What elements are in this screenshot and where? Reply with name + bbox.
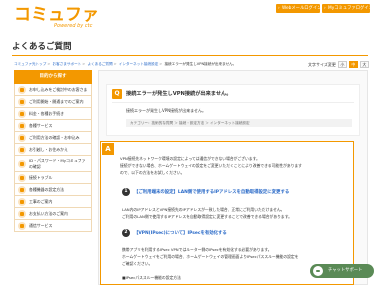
sidebar-item-device-settings[interactable]: 各種機器の設定方法	[14, 184, 92, 197]
sidebar-item-services[interactable]: 各種サービス	[14, 120, 92, 132]
question-title: 接続エラーが発生しVPN接続が出来ません。	[126, 91, 232, 97]
sidebar: 目的から探す お申し込みをご検討中のお客さま ご利用開始・開通までのご案内 料金…	[14, 70, 92, 233]
breadcrumb-item[interactable]: コミュファ光トップ	[14, 62, 46, 66]
document-icon	[18, 133, 26, 142]
step-2-heading: 2 【VPN(IPsec)について】IPsecを有効化する	[122, 229, 227, 237]
sidebar-item-communication[interactable]: 通信サービス	[14, 220, 92, 233]
answer-intro: ので、以下の方法をお試しください。	[120, 170, 185, 175]
title-underline	[12, 55, 368, 56]
question-badge: Q	[112, 89, 122, 99]
chat-support-button[interactable]: チャットサポート	[310, 264, 374, 278]
sidebar-item-consideration[interactable]: お申し込みをご検討中のお客さま	[14, 84, 92, 96]
phone-icon	[18, 221, 26, 230]
breadcrumb-item[interactable]: お客さまサポート	[53, 62, 82, 66]
step-2-text: ご確認ください。	[122, 261, 153, 266]
ipsec-settings-link[interactable]: ■IPsecパススルー機能の設定方法	[122, 275, 181, 281]
page-title: よくあるご質問	[12, 42, 72, 52]
step-1-text: ご利用のLAN側で使用するIPアドレスを自動取得設定に変更することで改善できる場…	[122, 214, 292, 219]
divider	[112, 102, 354, 103]
sidebar-item-usage[interactable]: ご利用方法の確認・お申込み	[14, 132, 92, 144]
step-1-heading: 1 【ご利用端末の設定】LAN側で使用するIPアドレスを自動取得設定に変更する	[122, 188, 289, 196]
breadcrumb-item[interactable]: よくあるご質問	[87, 62, 112, 66]
sidebar-item-payment[interactable]: お支払い方法のご案内	[14, 208, 92, 221]
answer-intro: VPN接続先ネットワーク環境の設定によっては通信ができない場合がございます。	[120, 156, 260, 161]
key-icon	[18, 159, 26, 168]
card-icon	[18, 209, 26, 218]
sidebar-item-fees[interactable]: 料金・各種お手続き	[14, 108, 92, 120]
my-commufa-login-button[interactable]: Myコミュファログイン	[322, 4, 373, 13]
font-size-medium-button[interactable]: 中	[348, 61, 358, 68]
chat-icon	[313, 266, 323, 276]
breadcrumb: コミュファ光トップ> お客さまサポート> よくあるご質問> インターネット接続設…	[14, 62, 237, 66]
house-icon	[18, 145, 26, 154]
router-icon	[18, 185, 26, 194]
box-icon	[18, 121, 26, 130]
svg-text:コミュファ: コミュファ	[14, 5, 99, 25]
breadcrumb-current: 接続エラーが発生しVPN接続が出来ません。	[164, 62, 237, 66]
question-body: 接続エラーが発生しVPN接続が出来ません。	[126, 108, 207, 113]
calendar-icon	[18, 97, 26, 106]
step-1-text: LAN内のIPアドレスとVPN接続先のIPアドレスが一致した場合、正常にご利用い…	[122, 207, 285, 212]
category-path: カテゴリー：技術的な質問 ＞ 接続・設定方法 ＞ インターネット接続設定	[126, 119, 352, 127]
person-icon	[18, 85, 26, 94]
sidebar-item-moving[interactable]: お引越し・お住みかえ	[14, 144, 92, 156]
step-number: 1	[122, 188, 130, 196]
sidebar-header: 目的から探す	[14, 70, 92, 84]
wrench-icon	[18, 173, 26, 182]
svg-text:Powered by ctc: Powered by ctc	[54, 23, 93, 29]
step-number: 2	[122, 229, 130, 237]
breadcrumb-item[interactable]: インターネット接続設定	[119, 62, 159, 66]
helmet-icon	[18, 197, 26, 206]
step-2-text: ホームゲートウェイをご利用の場合、ホームゲートウェイの管理画面よりIPsecパス…	[122, 254, 299, 259]
font-size-large-button[interactable]: 大	[359, 61, 369, 68]
site-header: コミュファ Powered by ctc Webメールログイン Myコミュファロ…	[0, 0, 380, 30]
sidebar-item-trouble[interactable]: 接続トラブル	[14, 172, 92, 185]
sidebar-item-start-guide[interactable]: ご利用開始・開通までのご案内	[14, 96, 92, 108]
sidebar-item-id-password[interactable]: ID・パスワード・Myコミュファの確認	[14, 156, 92, 173]
sidebar-item-construction[interactable]: 工事のご案内	[14, 196, 92, 209]
font-size-control: 文字サイズ変更 小 中 大	[308, 61, 369, 68]
step-2-text: 携帯アプリを利用するIPsec VPNではルーター側のIPsecを有効化する必要…	[122, 247, 272, 252]
answer-intro: 接続ができない場合、ホームゲートウェイの設定をご変更いただくことにより改善できる…	[120, 163, 302, 168]
font-size-label: 文字サイズ変更	[308, 61, 336, 67]
answer-badge: A	[102, 143, 114, 155]
webmail-login-button[interactable]: Webメールログイン	[276, 4, 321, 13]
commufa-logo[interactable]: コミュファ Powered by ctc	[14, 3, 134, 29]
yen-icon	[18, 109, 26, 118]
font-size-small-button[interactable]: 小	[337, 61, 347, 68]
